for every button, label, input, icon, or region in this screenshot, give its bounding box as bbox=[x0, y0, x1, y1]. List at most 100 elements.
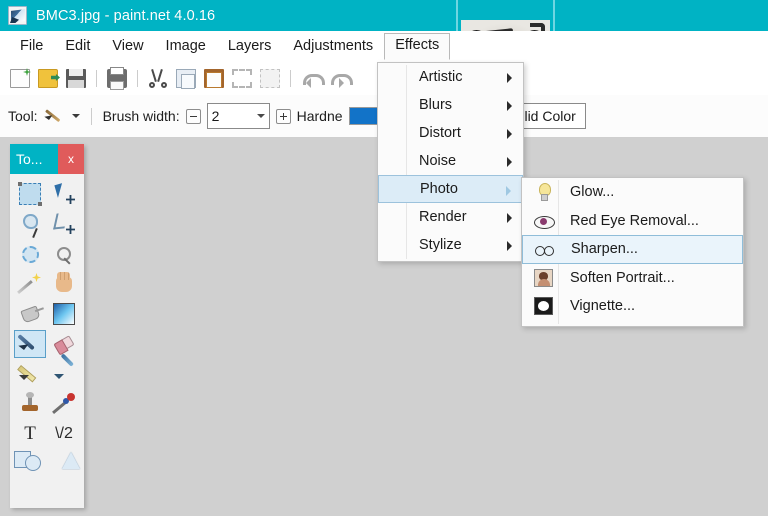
gradient-tool[interactable] bbox=[48, 300, 80, 328]
brush-width-decrease-button[interactable] bbox=[185, 108, 201, 124]
deselect-button[interactable] bbox=[257, 66, 283, 91]
toolbar-separator bbox=[290, 70, 291, 87]
recolor-tool[interactable] bbox=[48, 390, 80, 418]
menu-file[interactable]: File bbox=[9, 34, 54, 60]
photo-submenu: Glow... Red Eye Removal... Sharpen... So… bbox=[521, 177, 744, 327]
chevron-right-icon bbox=[507, 129, 512, 139]
soften-portrait-icon bbox=[534, 268, 553, 287]
toolbar-separator bbox=[96, 70, 97, 87]
text-tool[interactable]: T bbox=[14, 420, 46, 448]
tools-panel-header[interactable]: To... x bbox=[10, 144, 84, 174]
brush-width-label: Brush width: bbox=[102, 108, 180, 124]
menu-adjustments[interactable]: Adjustments bbox=[282, 34, 384, 60]
photo-item-vignette[interactable]: Vignette... bbox=[522, 292, 743, 321]
menu-layers[interactable]: Layers bbox=[217, 34, 283, 60]
close-icon[interactable]: x bbox=[58, 144, 84, 174]
effects-item-label: Artistic bbox=[419, 69, 463, 85]
vignette-icon bbox=[534, 297, 553, 315]
brush-width-value: 2 bbox=[211, 108, 220, 124]
move-selected-tool[interactable] bbox=[48, 180, 80, 208]
copy-button[interactable] bbox=[173, 66, 199, 91]
sharpen-glasses-icon bbox=[535, 241, 554, 259]
photo-item-label: Soften Portrait... bbox=[570, 269, 675, 286]
hardness-label: Hardne bbox=[296, 108, 343, 124]
effects-item-distort[interactable]: Distort bbox=[378, 119, 523, 147]
tools-panel: To... x T \/2 bbox=[10, 144, 84, 508]
photo-item-label: Vignette... bbox=[570, 298, 636, 315]
line-curve-tool[interactable]: \/2 bbox=[48, 420, 80, 448]
glow-icon bbox=[534, 183, 553, 201]
chevron-down-icon[interactable] bbox=[256, 113, 265, 122]
pencil-tool[interactable] bbox=[14, 360, 46, 388]
rectangle-select-tool[interactable] bbox=[14, 180, 46, 208]
chevron-right-icon bbox=[507, 241, 512, 251]
effects-item-photo[interactable]: Photo bbox=[378, 175, 523, 203]
open-button[interactable] bbox=[35, 66, 61, 91]
paintbrush-icon[interactable] bbox=[44, 106, 66, 126]
chevron-down-icon[interactable] bbox=[71, 113, 80, 122]
effects-item-label: Noise bbox=[419, 153, 457, 169]
tools-panel-title: To... bbox=[16, 151, 43, 167]
move-selection-tool[interactable] bbox=[48, 210, 80, 238]
redo-button[interactable] bbox=[326, 66, 353, 91]
effects-item-label: Distort bbox=[419, 125, 461, 141]
photo-item-label: Glow... bbox=[570, 184, 615, 201]
cut-button[interactable] bbox=[145, 66, 171, 91]
zoom-tool[interactable] bbox=[48, 240, 80, 268]
print-button[interactable] bbox=[104, 66, 130, 91]
photo-item-red-eye-removal[interactable]: Red Eye Removal... bbox=[522, 207, 743, 236]
chevron-right-icon bbox=[507, 213, 512, 223]
brush-width-input[interactable]: 2 bbox=[206, 103, 270, 129]
tools-grid: T \/2 bbox=[10, 174, 84, 488]
effects-item-noise[interactable]: Noise bbox=[378, 147, 523, 175]
menu-effects[interactable]: Effects bbox=[384, 33, 451, 60]
photo-item-glow[interactable]: Glow... bbox=[522, 178, 743, 207]
title-bar: BMC3.jpg - paint.net 4.0.16 bbox=[0, 0, 768, 31]
toolbar-separator bbox=[137, 70, 138, 87]
brush-width-increase-button[interactable] bbox=[275, 108, 291, 124]
ellipse-select-tool[interactable] bbox=[14, 240, 46, 268]
chevron-right-icon bbox=[506, 186, 511, 196]
chevron-right-icon bbox=[507, 101, 512, 111]
photo-item-label: Sharpen... bbox=[571, 241, 638, 258]
chevron-right-icon bbox=[507, 73, 512, 83]
toolbar-separator bbox=[90, 107, 92, 125]
undo-button[interactable] bbox=[298, 66, 325, 91]
paintnet-app-icon bbox=[8, 6, 27, 25]
chevron-right-icon bbox=[507, 157, 512, 167]
effects-item-blurs[interactable]: Blurs bbox=[378, 91, 523, 119]
crop-to-selection-button[interactable] bbox=[229, 66, 255, 91]
red-eye-icon bbox=[534, 212, 555, 230]
save-button[interactable] bbox=[63, 66, 89, 91]
shapes-tool[interactable] bbox=[14, 450, 80, 482]
paintbrush-tool[interactable] bbox=[14, 330, 46, 358]
effects-item-label: Blurs bbox=[419, 97, 453, 113]
effects-item-label: Stylize bbox=[419, 237, 462, 253]
pan-tool[interactable] bbox=[48, 270, 80, 298]
paint-bucket-tool[interactable] bbox=[14, 300, 46, 328]
effects-dropdown: Artistic Blurs Distort Noise Photo Rende… bbox=[377, 62, 524, 262]
photo-item-sharpen[interactable]: Sharpen... bbox=[522, 235, 743, 264]
window-title: BMC3.jpg - paint.net 4.0.16 bbox=[36, 7, 216, 24]
photo-item-soften-portrait[interactable]: Soften Portrait... bbox=[522, 264, 743, 293]
effects-item-stylize[interactable]: Stylize bbox=[378, 231, 523, 259]
clone-stamp-tool[interactable] bbox=[14, 390, 46, 418]
line-curve-glyph: \/2 bbox=[55, 425, 73, 442]
menu-view[interactable]: View bbox=[101, 34, 154, 60]
new-button[interactable] bbox=[7, 66, 33, 91]
lasso-select-tool[interactable] bbox=[14, 210, 46, 238]
effects-item-label: Render bbox=[419, 209, 467, 225]
effects-item-render[interactable]: Render bbox=[378, 203, 523, 231]
menu-edit[interactable]: Edit bbox=[54, 34, 101, 60]
menu-bar: File Edit View Image Layers Adjustments … bbox=[0, 31, 768, 62]
color-picker-tool[interactable] bbox=[48, 360, 80, 388]
effects-item-artistic[interactable]: Artistic bbox=[378, 63, 523, 91]
tool-label: Tool: bbox=[8, 108, 38, 124]
paste-button[interactable] bbox=[201, 66, 227, 91]
effects-item-label: Photo bbox=[420, 181, 458, 197]
magic-wand-tool[interactable] bbox=[14, 270, 46, 298]
menu-image[interactable]: Image bbox=[155, 34, 217, 60]
paintnet-window: BMC3.jpg - paint.net 4.0.16 ▾ File Edit … bbox=[0, 0, 768, 516]
text-tool-glyph: T bbox=[24, 423, 36, 444]
photo-item-label: Red Eye Removal... bbox=[570, 212, 699, 229]
